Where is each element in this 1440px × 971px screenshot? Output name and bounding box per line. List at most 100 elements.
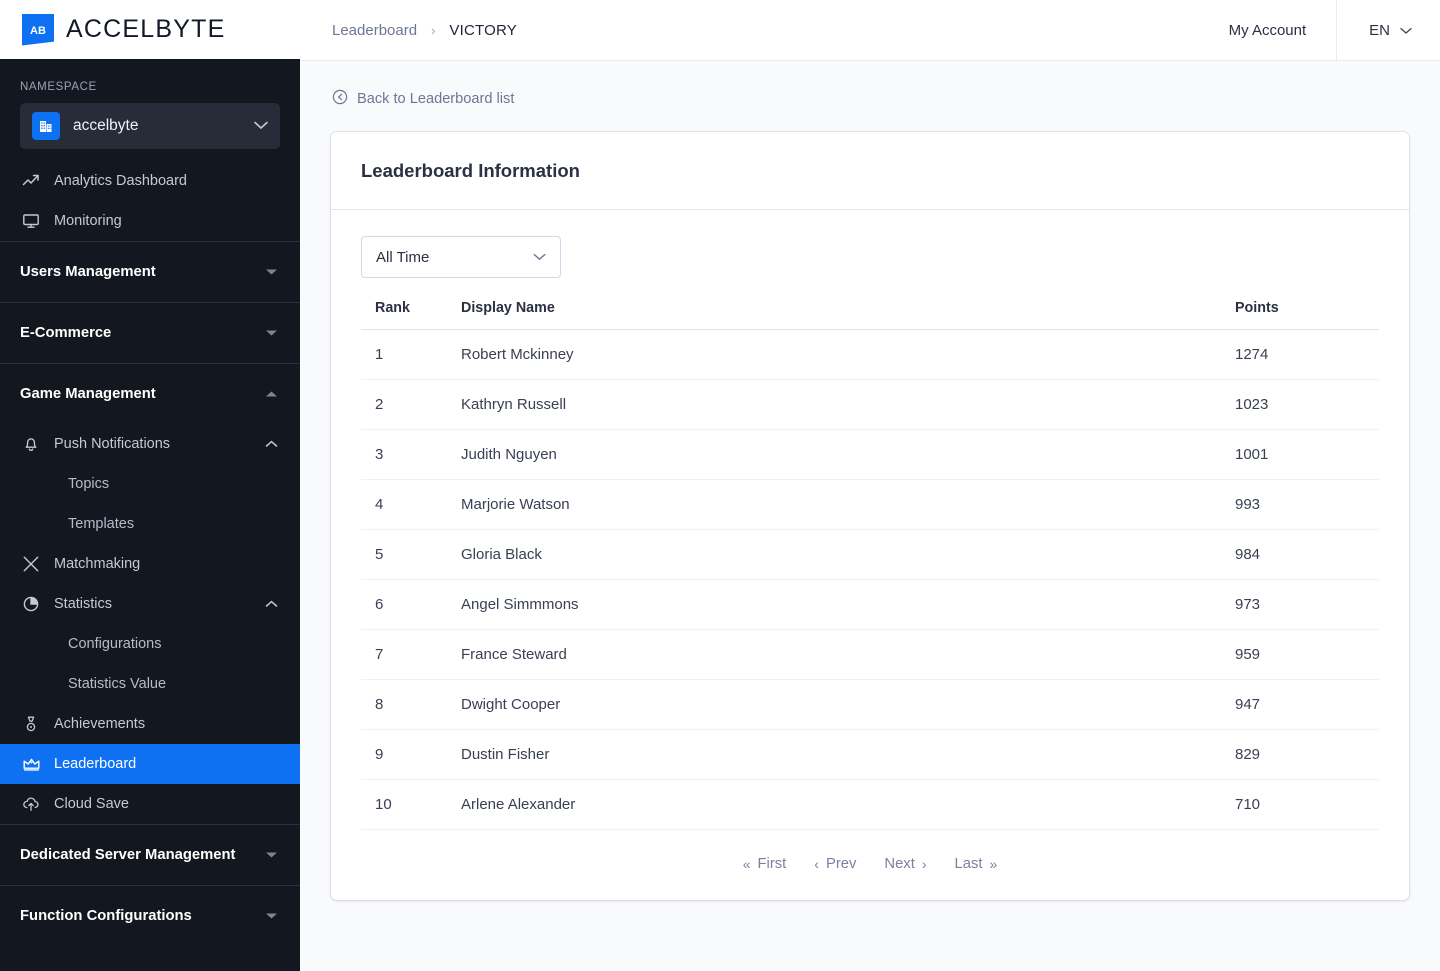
table-row: 6 Angel Simmmons 973 — [361, 579, 1379, 630]
my-account-button[interactable]: My Account — [1199, 22, 1337, 39]
card-header: Leaderboard Information — [331, 132, 1409, 210]
sidebar-item-push-notifications[interactable]: Push Notifications — [0, 424, 300, 464]
building-icon — [32, 112, 60, 140]
cell-points: 993 — [1219, 479, 1379, 530]
sidebar-item-label: Statistics Value — [68, 676, 167, 692]
table-row: 9 Dustin Fisher 829 — [361, 729, 1379, 780]
sidebar-section-label: Game Management — [20, 386, 156, 402]
sidebar-item-label: Analytics Dashboard — [54, 173, 187, 189]
bell-icon — [20, 435, 42, 453]
cell-display-name: Kathryn Russell — [461, 379, 1219, 430]
back-to-leaderboard-list-link[interactable]: Back to Leaderboard list — [332, 89, 514, 109]
sidebar-item-monitoring[interactable]: Monitoring — [0, 201, 300, 241]
pagination-last-button[interactable]: Last » — [941, 856, 1012, 872]
cell-display-name: Robert Mckinney — [461, 329, 1219, 380]
sidebar: AB ACCELBYTE NAMESPACE accelbyte Analyti… — [0, 0, 300, 971]
sidebar-section-e-commerce[interactable]: E-Commerce — [0, 302, 300, 363]
table-row: 7 France Steward 959 — [361, 629, 1379, 680]
chevron-up-icon — [265, 436, 278, 452]
page-title: Leaderboard Information — [361, 159, 580, 181]
pagination-prev-button[interactable]: ‹ Prev — [800, 856, 870, 872]
medal-icon — [20, 715, 42, 733]
svg-text:AB: AB — [30, 25, 46, 37]
sidebar-item-label: Achievements — [54, 716, 146, 732]
sidebar-section-users-management[interactable]: Users Management — [0, 241, 300, 302]
cell-display-name: Angel Simmmons — [461, 579, 1219, 630]
caret-down-icon — [265, 325, 278, 341]
sidebar-nav: Analytics Dashboard Monitoring Users Man… — [0, 161, 300, 971]
cell-display-name: Arlene Alexander — [461, 779, 1219, 830]
app-root: AB ACCELBYTE NAMESPACE accelbyte Analyti… — [0, 0, 1440, 971]
table-row: 3 Judith Nguyen 1001 — [361, 429, 1379, 480]
leaderboard-card: Leaderboard Information All Time Rank Di… — [331, 132, 1409, 900]
sidebar-section-game-management[interactable]: Game Management — [0, 363, 300, 424]
cell-rank: 7 — [361, 629, 461, 680]
caret-up-icon — [265, 386, 278, 402]
sidebar-section-function-configurations[interactable]: Function Configurations — [0, 885, 300, 946]
pagination: « First ‹ Prev Next › Last » — [361, 830, 1379, 900]
sidebar-section-dedicated-server-management[interactable]: Dedicated Server Management — [0, 824, 300, 885]
cell-points: 947 — [1219, 679, 1379, 730]
breadcrumb-leaderboard[interactable]: Leaderboard — [332, 22, 417, 39]
sidebar-item-templates[interactable]: Templates — [0, 504, 300, 544]
cell-display-name: Dwight Cooper — [461, 679, 1219, 730]
sidebar-item-label: Cloud Save — [54, 796, 129, 812]
pagination-next-button[interactable]: Next › — [870, 856, 940, 872]
topbar-right: My Account EN — [1199, 0, 1440, 61]
namespace-value: accelbyte — [73, 117, 139, 134]
pagination-first-button[interactable]: « First — [729, 856, 801, 872]
cell-rank: 9 — [361, 729, 461, 780]
leaderboard-table: Rank Display Name Points 1 Robert Mckinn… — [361, 300, 1379, 830]
table-row: 10 Arlene Alexander 710 — [361, 779, 1379, 830]
sidebar-item-achievements[interactable]: Achievements — [0, 704, 300, 744]
sidebar-section-label: E-Commerce — [20, 325, 112, 341]
pagination-next-label: Next — [884, 856, 915, 872]
language-selector[interactable]: EN — [1336, 0, 1440, 61]
cell-points: 710 — [1219, 779, 1379, 830]
pagination-prev-label: Prev — [825, 856, 857, 872]
cell-rank: 8 — [361, 679, 461, 730]
chevron-up-icon — [265, 596, 278, 612]
sidebar-item-label: Leaderboard — [54, 756, 137, 772]
namespace-block: NAMESPACE accelbyte — [0, 59, 300, 161]
topbar: Leaderboard › VICTORY My Account EN — [300, 0, 1440, 61]
column-header-rank: Rank — [361, 300, 461, 330]
chevron-left-icon: ‹ — [814, 856, 819, 872]
sidebar-item-statistics-value[interactable]: Statistics Value — [0, 664, 300, 704]
cell-rank: 5 — [361, 529, 461, 580]
crown-icon — [20, 755, 42, 773]
sidebar-item-matchmaking[interactable]: Matchmaking — [0, 544, 300, 584]
chevron-right-icon: › — [921, 856, 927, 872]
cell-display-name: Gloria Black — [461, 529, 1219, 580]
sidebar-item-cloud-save[interactable]: Cloud Save — [0, 784, 300, 824]
breadcrumb-current: VICTORY — [449, 21, 517, 39]
table-row: 5 Gloria Black 984 — [361, 529, 1379, 580]
table-row: 1 Robert Mckinney 1274 — [361, 329, 1379, 380]
pagination-last-label: Last — [954, 856, 983, 872]
sidebar-item-configurations[interactable]: Configurations — [0, 624, 300, 664]
time-filter-select[interactable]: All Time — [361, 236, 561, 278]
sidebar-item-analytics-dashboard[interactable]: Analytics Dashboard — [0, 161, 300, 201]
caret-down-icon — [265, 847, 278, 863]
caret-down-icon — [265, 908, 278, 924]
cell-points: 973 — [1219, 579, 1379, 630]
sidebar-item-label: Statistics — [54, 596, 113, 612]
cell-rank: 4 — [361, 479, 461, 530]
namespace-selector[interactable]: accelbyte — [20, 103, 280, 149]
sidebar-section-label: Users Management — [20, 264, 156, 280]
chevron-down-icon — [533, 248, 546, 266]
double-chevron-left-icon: « — [742, 856, 751, 872]
cell-points: 984 — [1219, 529, 1379, 580]
sidebar-item-label: Monitoring — [54, 213, 122, 229]
sidebar-item-statistics[interactable]: Statistics — [0, 584, 300, 624]
cloud-upload-icon — [20, 795, 42, 813]
table-row: 2 Kathryn Russell 1023 — [361, 379, 1379, 430]
sidebar-item-leaderboard[interactable]: Leaderboard — [0, 744, 300, 784]
cell-display-name: Dustin Fisher — [461, 729, 1219, 780]
brand-header: AB ACCELBYTE — [0, 0, 300, 59]
sidebar-item-topics[interactable]: Topics — [0, 464, 300, 504]
cell-rank: 1 — [361, 329, 461, 380]
cell-points: 829 — [1219, 729, 1379, 780]
content-area: Back to Leaderboard list Leaderboard Inf… — [300, 61, 1440, 971]
namespace-label: NAMESPACE — [20, 81, 97, 93]
